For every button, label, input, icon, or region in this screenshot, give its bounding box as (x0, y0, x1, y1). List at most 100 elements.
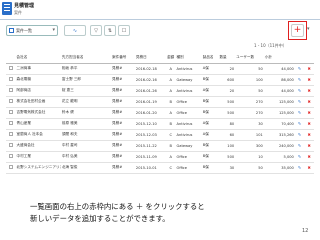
view-select-label: 案件一覧 (16, 28, 32, 33)
edit-icon[interactable]: ✎ (294, 140, 305, 152)
table-cell: 30 (218, 162, 236, 174)
delete-icon[interactable]: ✖ (304, 140, 314, 152)
column-header: 案件番号 (111, 52, 135, 64)
column-header[interactable] (6, 52, 16, 64)
table-cell: 100 (218, 140, 236, 152)
caption: 一覧画面の右上の赤枠内にある ＋ をクリックすると 新しいデータを追加することが… (30, 201, 310, 225)
delete-icon[interactable]: ✖ (304, 107, 314, 119)
table-cell: A保 (201, 85, 219, 97)
row-checkbox[interactable] (8, 143, 13, 147)
column-header (304, 52, 314, 64)
table-cell: 2015-12-03 (134, 129, 166, 141)
table-cell: 2016-01-20 (134, 107, 166, 119)
select-button[interactable]: ☐ (118, 25, 130, 36)
table-cell[interactable]: 大盛商会社 (15, 140, 61, 152)
edit-icon[interactable]: ✎ (294, 85, 305, 97)
table-cell[interactable]: 二洲商事 (15, 63, 61, 75)
edit-icon[interactable]: ✎ (294, 96, 305, 108)
table-cell[interactable]: 北野システムエンジニアリング (15, 162, 61, 174)
table-cell: 見積# (111, 162, 135, 174)
table-cell[interactable]: 中村工業 (15, 151, 61, 163)
table-cell: 見積# (111, 63, 135, 75)
filter-button[interactable]: ▽ (90, 25, 102, 36)
row-checkbox-cell (6, 162, 16, 174)
edit-icon[interactable]: ✎ (294, 129, 305, 141)
column-header: ユーザー数 (235, 52, 264, 64)
table-cell: 44,000 (263, 63, 295, 75)
edit-icon[interactable]: ✎ (294, 151, 305, 163)
table-cell[interactable]: 青山産業 (15, 118, 61, 130)
delete-icon[interactable]: ✖ (304, 85, 314, 97)
table-cell: A (165, 85, 176, 97)
column-header: 金額 (165, 52, 176, 64)
table-cell: 86,000 (263, 74, 295, 86)
row-checkbox[interactable] (8, 154, 13, 158)
table-cell: A (165, 107, 176, 119)
table-cell[interactable]: 吉野電気株式会社 (15, 107, 61, 119)
add-button[interactable]: + (291, 24, 304, 37)
table-row[interactable]: 阿部商店桜 恵三 見積# 2016-01-26 A Antivirus A保 20 50 44,… (6, 85, 314, 97)
table-cell[interactable]: 室蘭商人 社本会 (15, 129, 61, 141)
edit-icon[interactable]: ✎ (294, 107, 305, 119)
delete-icon[interactable]: ✖ (304, 151, 314, 163)
caption-line-1: 一覧画面の右上の赤枠内にある ＋ をクリックすると (30, 202, 205, 211)
row-checkbox[interactable] (8, 132, 13, 136)
page-number: 12 (302, 228, 309, 234)
column-header: 会社名 (15, 52, 61, 64)
row-checkbox[interactable] (8, 88, 13, 92)
table-row[interactable]: 中村工業 中村 弘美 見積# 2015-11-09 A Office B保 500 10 5,00… (6, 151, 314, 163)
table-row[interactable]: 株式会社田村企画 花立 龍明 見積# 2016-01-19 B Office B保 500 27… (6, 96, 314, 108)
delete-icon[interactable]: ✖ (304, 162, 314, 174)
edit-icon[interactable]: ✎ (294, 74, 305, 86)
table-row[interactable]: 大盛商会社 中村 星司 見積# 2015-11-22 B Gateway B保 100 300 2… (6, 140, 314, 152)
table-cell: 見積# (111, 107, 135, 119)
table-cell: 240,000 (263, 140, 295, 152)
view-select[interactable]: 案件一覧 ▾ (6, 25, 58, 36)
table-cell[interactable]: 株式会社田村企画 (15, 96, 61, 108)
table-row[interactable]: 森北電機 富士野 三郎 見積# 2016-02-16 A Gateway B保 600 100 8… (6, 74, 314, 86)
table-cell: C (165, 162, 176, 174)
table-cell: B保 (201, 107, 219, 119)
table-cell: Antivirus (175, 129, 202, 141)
table-cell: 80 (218, 118, 236, 130)
table-row[interactable]: 吉野電気株式会社 鈴木 健見積# 2016-01-20 A Office B保 500 270… (6, 107, 314, 119)
sort-button[interactable]: ⇅ (104, 25, 116, 36)
delete-icon[interactable]: ✖ (304, 96, 314, 108)
table-cell: 270 (235, 107, 264, 119)
row-checkbox[interactable] (8, 99, 13, 103)
grid-icon (9, 28, 14, 33)
row-checkbox[interactable] (8, 66, 13, 70)
chart-button[interactable]: ∿ (64, 25, 86, 36)
table-cell: 125,000 (263, 96, 295, 108)
table-row[interactable]: 二洲商事 相坂 恭平 見積# 2016-02-18 A Antivirus A保 20 50 44… (6, 63, 314, 75)
row-checkbox[interactable] (8, 110, 13, 114)
more-menu-button[interactable]: ▾ (307, 26, 310, 32)
edit-icon[interactable]: ✎ (294, 118, 305, 130)
row-checkbox[interactable] (8, 121, 13, 125)
app-subtitle: 案件 (14, 10, 22, 15)
delete-icon[interactable]: ✖ (304, 74, 314, 86)
delete-icon[interactable]: ✖ (304, 118, 314, 130)
table-row[interactable]: 室蘭商人 社本会 須間 和夫 見積# 2015-12-03 C Antivirus A保 60… (6, 129, 314, 141)
row-checkbox-cell (6, 85, 16, 97)
edit-icon[interactable]: ✎ (294, 162, 305, 174)
table-row[interactable]: 青山産業 前原 雅美 見積# 2015-12-10 B Antivirus A保 80 30 70… (6, 118, 314, 130)
row-checkbox[interactable] (8, 165, 13, 169)
delete-icon[interactable]: ✖ (304, 129, 314, 141)
table-cell[interactable]: 森北電機 (15, 74, 61, 86)
table-row[interactable]: 北野システムエンジニアリング北海 智俊見積#2015-10-01COfficeB… (6, 162, 314, 174)
table-cell: B (165, 140, 176, 152)
edit-icon[interactable]: ✎ (294, 63, 305, 75)
row-checkbox[interactable] (8, 77, 13, 81)
table-cell: B保 (201, 74, 219, 86)
delete-icon[interactable]: ✖ (304, 63, 314, 75)
table-cell: A (165, 63, 176, 75)
table-cell: 20 (218, 85, 236, 97)
table-cell: 300 (235, 140, 264, 152)
table-cell[interactable]: 阿部商店 (15, 85, 61, 97)
table-cell: 2015-11-22 (134, 140, 166, 152)
table-cell: 見積# (111, 118, 135, 130)
table-cell: 500 (218, 107, 236, 119)
table-cell: 見積# (111, 96, 135, 108)
table-cell: Gateway (175, 74, 202, 86)
